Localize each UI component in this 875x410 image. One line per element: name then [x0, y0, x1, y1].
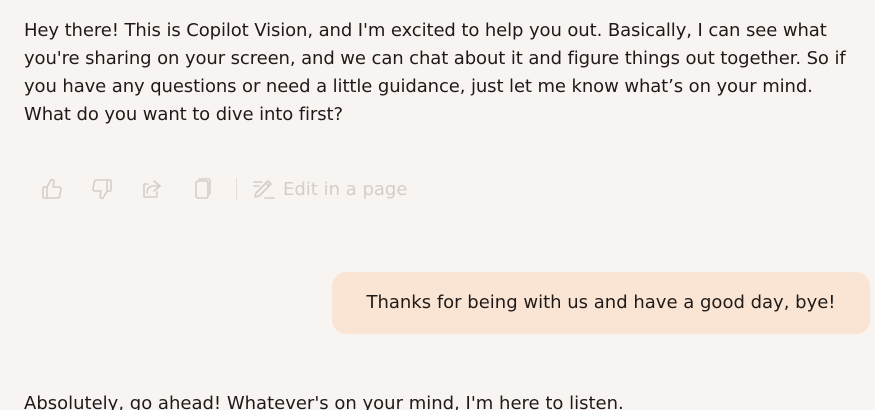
- edit-page-icon: [253, 180, 275, 199]
- like-button[interactable]: [38, 175, 66, 203]
- actions-divider: [236, 178, 237, 200]
- copy-icon: [195, 178, 211, 199]
- dislike-button[interactable]: [88, 175, 116, 203]
- assistant-message: Hey there! This is Copilot Vision, and I…: [24, 20, 846, 125]
- copy-button[interactable]: [188, 175, 216, 203]
- thumbs-down-icon: [92, 179, 112, 200]
- user-message-text: Thanks for being with us and have a good…: [366, 292, 836, 313]
- share-icon: [143, 180, 161, 198]
- user-message-bubble: Thanks for being with us and have a good…: [332, 272, 870, 334]
- edit-in-page-label: Edit in a page: [283, 178, 408, 200]
- chat-container: Hey there! This is Copilot Vision, and I…: [0, 0, 875, 410]
- share-button[interactable]: [138, 175, 166, 203]
- edit-in-page-button[interactable]: Edit in a page: [251, 176, 407, 202]
- message-actions: Edit in a page: [38, 175, 407, 203]
- assistant-reply: Absolutely, go ahead! Whatever's on your…: [24, 393, 624, 410]
- thumbs-up-icon: [42, 178, 62, 199]
